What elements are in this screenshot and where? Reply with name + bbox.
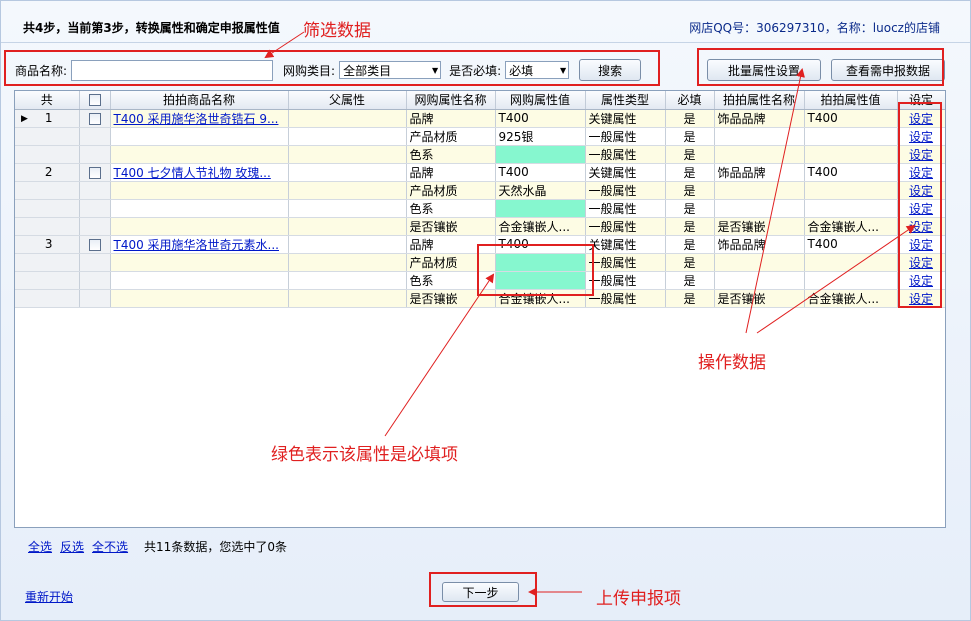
green-note-annotation: 绿色表示该属性是必填项 <box>271 445 458 465</box>
filter-arrow <box>264 31 305 59</box>
filter-annotation: 筛选数据 <box>303 21 371 41</box>
annotation-arrows <box>264 31 916 597</box>
operate-arrow-right <box>756 224 916 334</box>
operate-arrow-up <box>745 68 805 334</box>
operate-annotation: 操作数据 <box>698 353 766 373</box>
green-note-arrow <box>384 273 495 437</box>
upload-annotation: 上传申报项 <box>596 589 681 609</box>
